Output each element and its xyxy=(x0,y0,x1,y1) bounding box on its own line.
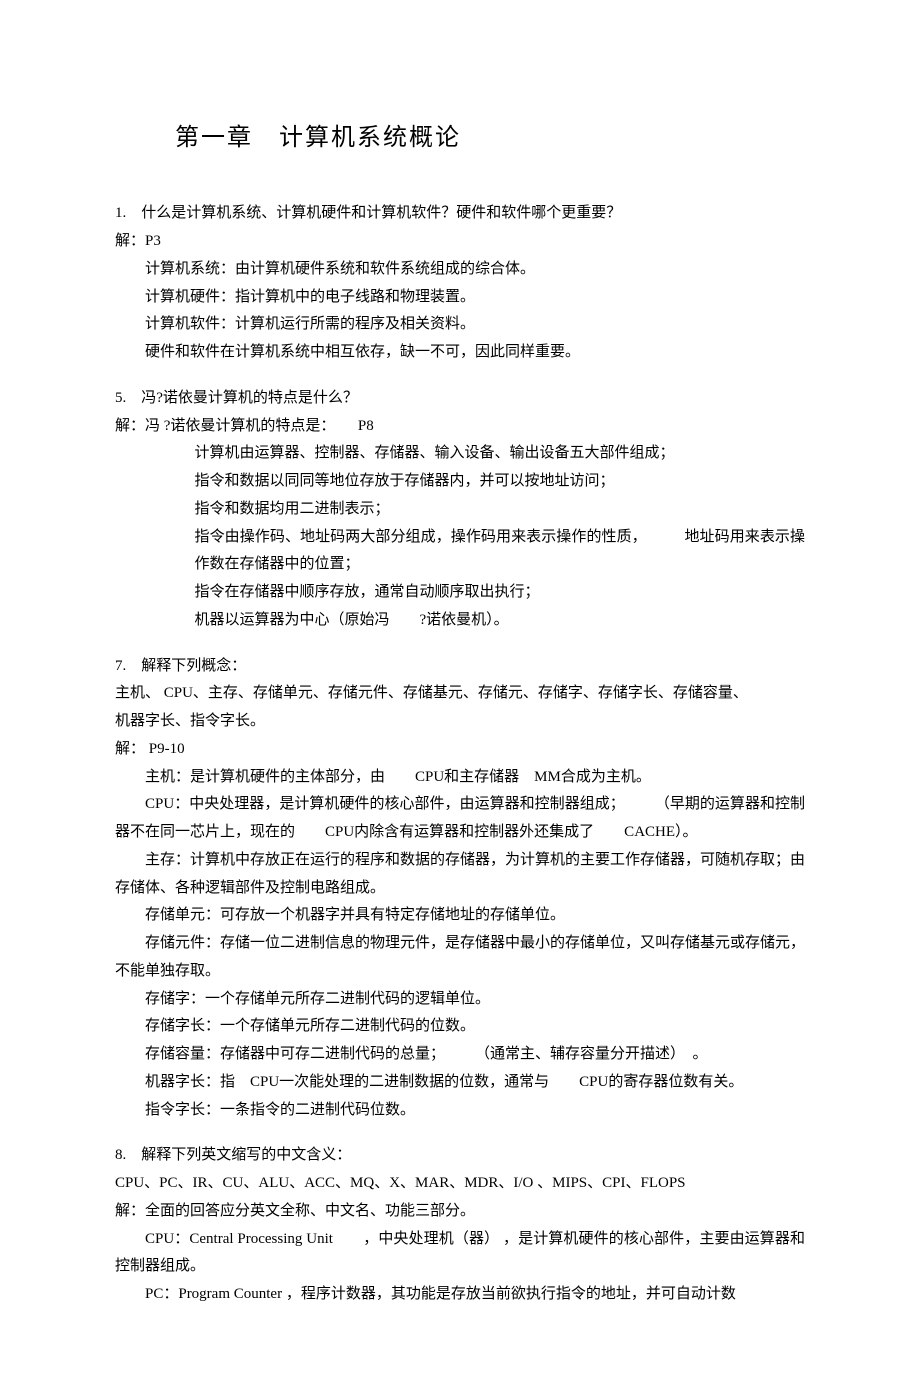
chapter-title: 第一章 计算机系统概论 xyxy=(175,116,805,160)
question-7: 7. 解释下列概念： 主机、 CPU、主存、存储单元、存储元件、存储基元、存储元… xyxy=(115,653,805,1125)
q7-def-1: CPU：中央处理器，是计算机硬件的核心部件，由运算器和控制器组成； （早期的运算… xyxy=(115,791,805,847)
question-5: 5. 冯?诺依曼计算机的特点是什么？ 解：冯 ?诺依曼计算机的特点是： P8 计… xyxy=(115,385,805,635)
q1-line-2: 计算机软件：计算机运行所需的程序及相关资料。 xyxy=(115,311,805,339)
q5-line-2: 指令和数据均用二进制表示； xyxy=(115,496,805,524)
q5-answer-label: 解：冯 ?诺依曼计算机的特点是： P8 xyxy=(115,413,805,441)
q1-question: 1. 什么是计算机系统、计算机硬件和计算机软件？硬件和软件哪个更重要？ xyxy=(115,200,805,228)
q1-line-0: 计算机系统：由计算机硬件系统和软件系统组成的综合体。 xyxy=(115,256,805,284)
q5-line-1: 指令和数据以同同等地位存放于存储器内，并可以按地址访问； xyxy=(115,468,805,496)
q7-def-0: 主机：是计算机硬件的主体部分，由 CPU和主存储器 MM合成为主机。 xyxy=(115,764,805,792)
q7-question: 7. 解释下列概念： xyxy=(115,653,805,681)
q7-terms-1: 主机、 CPU、主存、存储单元、存储元件、存储基元、存储元、存储字、存储字长、存… xyxy=(115,680,805,708)
q8-question: 8. 解释下列英文缩写的中文含义： xyxy=(115,1142,805,1170)
q7-def-9: 指令字长：一条指令的二进制代码位数。 xyxy=(115,1097,805,1125)
q7-def-3: 存储单元：可存放一个机器字并具有特定存储地址的存储单位。 xyxy=(115,902,805,930)
q1-line-1: 计算机硬件：指计算机中的电子线路和物理装置。 xyxy=(115,284,805,312)
q8-answer-label: 解：全面的回答应分英文全称、中文名、功能三部分。 xyxy=(115,1198,805,1226)
q8-abbr-line: CPU、PC、IR、CU、ALU、ACC、MQ、X、MAR、MDR、I/O 、M… xyxy=(115,1170,805,1198)
q7-def-7: 存储容量：存储器中可存二进制代码的总量； （通常主、辅存容量分开描述） 。 xyxy=(115,1041,805,1069)
q8-def-1: PC：Program Counter ，程序计数器，其功能是存放当前欲执行指令的… xyxy=(115,1281,805,1309)
q5-line-3: 指令由操作码、地址码两大部分组成，操作码用来表示操作的性质， 地址码用来表示操作… xyxy=(115,524,805,580)
q5-line-0: 计算机由运算器、控制器、存储器、输入设备、输出设备五大部件组成； xyxy=(115,440,805,468)
q5-line-4: 指令在存储器中顺序存放，通常自动顺序取出执行； xyxy=(115,579,805,607)
q1-line-3: 硬件和软件在计算机系统中相互依存，缺一不可，因此同样重要。 xyxy=(115,339,805,367)
q5-question: 5. 冯?诺依曼计算机的特点是什么？ xyxy=(115,385,805,413)
q7-terms-2: 机器字长、指令字长。 xyxy=(115,708,805,736)
question-1: 1. 什么是计算机系统、计算机硬件和计算机软件？硬件和软件哪个更重要？ 解：P3… xyxy=(115,200,805,367)
q1-answer-label: 解：P3 xyxy=(115,228,805,256)
q7-def-8: 机器字长：指 CPU一次能处理的二进制数据的位数，通常与 CPU的寄存器位数有关… xyxy=(115,1069,805,1097)
q8-def-0: CPU：Central Processing Unit ，中央处理机（器） ，是… xyxy=(115,1226,805,1282)
q7-def-5: 存储字：一个存储单元所存二进制代码的逻辑单位。 xyxy=(115,986,805,1014)
question-8: 8. 解释下列英文缩写的中文含义： CPU、PC、IR、CU、ALU、ACC、M… xyxy=(115,1142,805,1309)
q7-def-2: 主存：计算机中存放正在运行的程序和数据的存储器，为计算机的主要工作存储器，可随机… xyxy=(115,847,805,903)
q7-answer-label: 解： P9-10 xyxy=(115,736,805,764)
q7-def-4: 存储元件：存储一位二进制信息的物理元件，是存储器中最小的存储单位，又叫存储基元或… xyxy=(115,930,805,986)
q5-line-5: 机器以运算器为中心（原始冯 ?诺依曼机）。 xyxy=(115,607,805,635)
q7-def-6: 存储字长：一个存储单元所存二进制代码的位数。 xyxy=(115,1013,805,1041)
